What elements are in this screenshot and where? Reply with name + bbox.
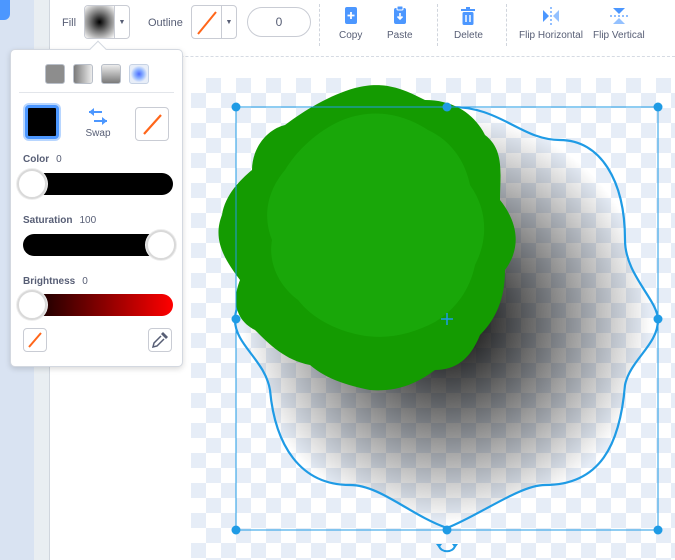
color-slider-label: Color 0: [23, 154, 62, 165]
saturation-slider[interactable]: [23, 230, 176, 260]
saturation-slider-handle[interactable]: [146, 230, 176, 260]
fill-type-vertical-gradient[interactable]: [101, 64, 121, 84]
fill-color-popover: Swap Color 0 Saturation 100 Brightness 0: [10, 40, 183, 367]
swap-button[interactable]: Swap: [84, 106, 112, 139]
brightness-slider-label: Brightness 0: [23, 276, 88, 287]
eyedropper-button[interactable]: [148, 328, 172, 352]
popover-divider: [19, 92, 174, 93]
brightness-slider[interactable]: [17, 290, 173, 320]
no-color-button[interactable]: [23, 328, 47, 352]
saturation-value: 100: [79, 215, 97, 226]
swap-icon: [89, 108, 107, 125]
fill-type-radial-gradient[interactable]: [129, 64, 149, 84]
fill-type-horizontal-gradient[interactable]: [73, 64, 93, 84]
swap-label: Swap: [85, 128, 111, 139]
brightness-value: 0: [82, 276, 88, 287]
color-slider[interactable]: [17, 169, 173, 199]
fill-type-solid[interactable]: [45, 64, 65, 84]
rotate-handle-icon[interactable]: [436, 544, 458, 553]
saturation-slider-label: Saturation 100: [23, 215, 96, 226]
color-slider-handle[interactable]: [17, 169, 47, 199]
color-label-text: Color: [23, 154, 50, 165]
secondary-color-swatch[interactable]: [135, 107, 169, 141]
brightness-slider-handle[interactable]: [17, 290, 47, 320]
color-value: 0: [56, 154, 62, 165]
no-color-icon: [143, 114, 162, 135]
saturation-label-text: Saturation: [23, 215, 73, 226]
no-color-icon: [28, 332, 42, 348]
fill-type-selector: [45, 64, 149, 84]
eyedropper-icon: [151, 332, 168, 349]
primary-color-swatch[interactable]: [25, 105, 59, 139]
brightness-label-text: Brightness: [23, 276, 76, 287]
